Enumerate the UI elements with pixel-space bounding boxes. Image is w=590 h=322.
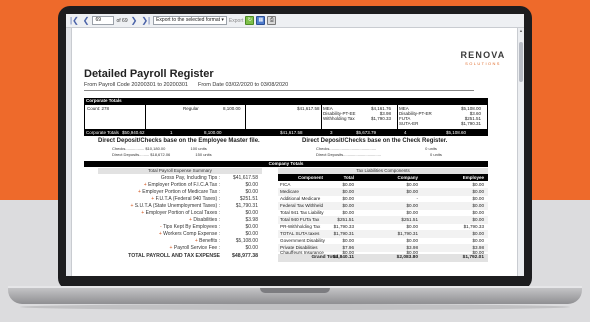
last-page-button[interactable]: ❯| [140, 16, 151, 26]
export-format-label: Export to the selected format [156, 17, 221, 23]
report-page [72, 28, 517, 276]
refresh-icon[interactable]: ↻ [245, 16, 255, 25]
page-count: of 69 [116, 17, 128, 24]
next-page-button[interactable]: ❯ [130, 16, 139, 26]
export-file-icon[interactable]: ▦ [256, 16, 266, 25]
export-format-select[interactable]: Export to the selected format ▾ [153, 16, 227, 25]
report-toolbar: |❮ ❮ 69 of 69 ❯ ❯| Export to the selecte… [66, 14, 524, 28]
page-number-input[interactable]: 69 [92, 16, 115, 25]
scroll-up-icon[interactable]: ▲ [518, 28, 524, 34]
print-icon[interactable]: ⎙ [267, 16, 277, 25]
laptop-screen: |❮ ❮ 69 of 69 ❯ ❯| Export to the selecte… [66, 14, 524, 276]
laptop-shadow [20, 304, 570, 310]
prev-page-button[interactable]: ❮ [82, 16, 91, 26]
export-link[interactable]: Export [229, 18, 243, 24]
first-page-button[interactable]: |❮ [69, 16, 80, 26]
scrollbar-thumb[interactable] [519, 42, 523, 82]
vertical-scrollbar[interactable]: ▲ [517, 28, 524, 276]
laptop-notch [260, 288, 330, 293]
